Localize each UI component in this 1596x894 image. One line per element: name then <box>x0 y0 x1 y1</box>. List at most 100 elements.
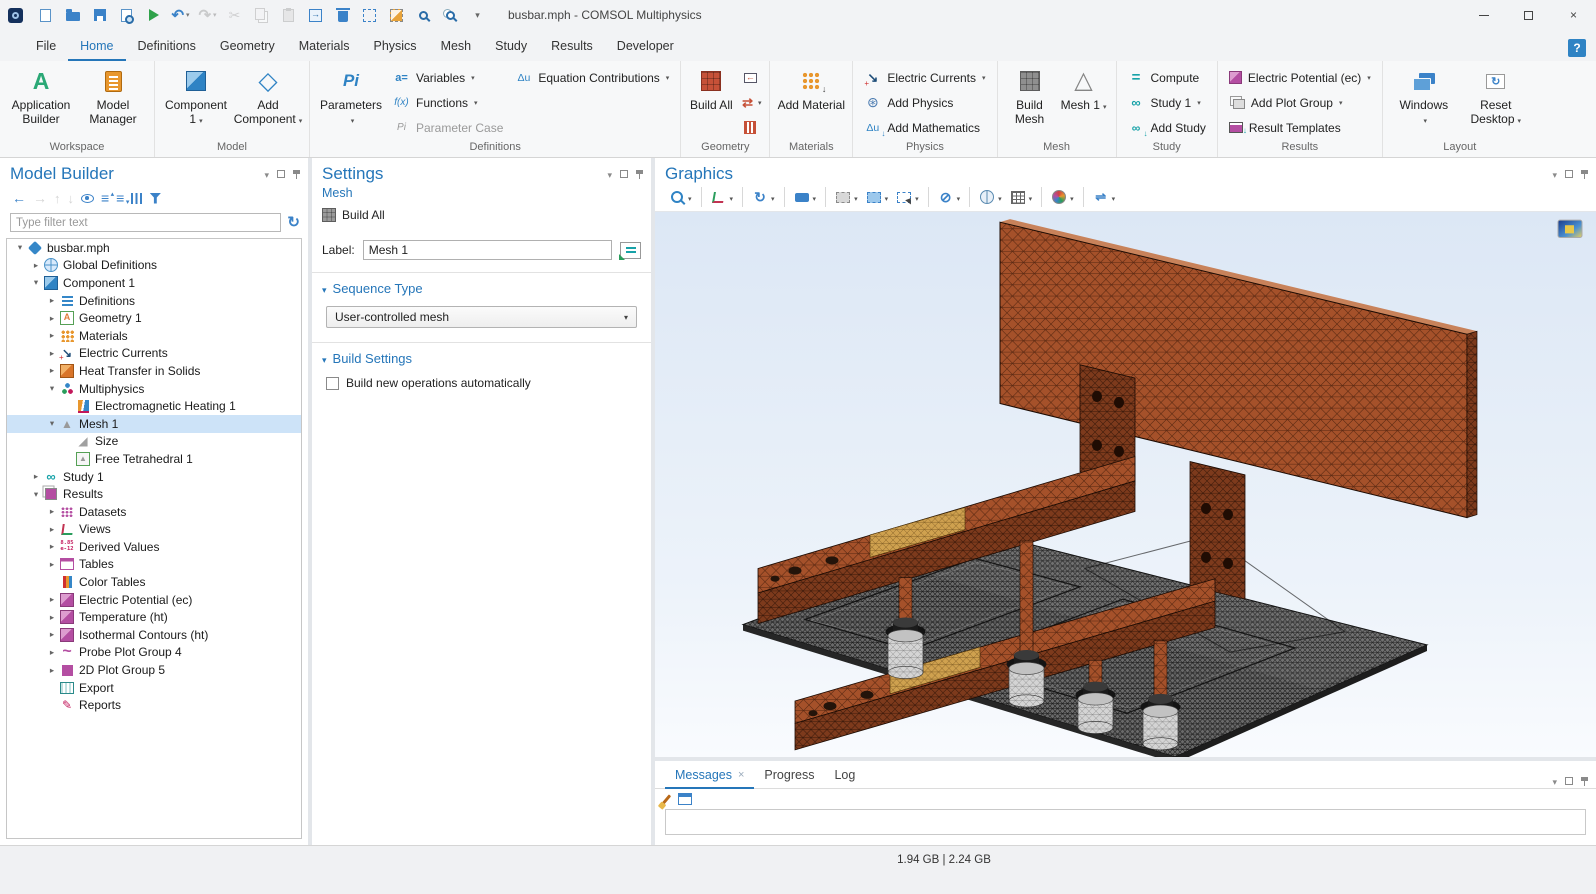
study-1-button[interactable]: Study 1 <box>1123 90 1211 115</box>
tree-item-datasets[interactable]: ▸ Datasets <box>7 503 301 521</box>
close-icon[interactable]: × <box>738 769 744 781</box>
pin-panel-icon[interactable] <box>1581 170 1588 174</box>
tree-item-free-tetrahedral-1[interactable]: Free Tetrahedral 1 <box>7 450 301 468</box>
result-templates-button[interactable]: Result Templates <box>1224 115 1376 140</box>
sequence-type-select[interactable]: User-controlled mesh ▾ <box>326 306 637 328</box>
menu-results[interactable]: Results <box>539 32 605 61</box>
tree-item-derived-values[interactable]: ▸ Derived Values <box>7 538 301 556</box>
expander-icon[interactable]: ▾ <box>29 277 43 288</box>
dropdown-caret-icon[interactable] <box>957 190 961 204</box>
tree-item-isothermal-contours-ht[interactable]: ▸ Isothermal Contours (ht) <box>7 626 301 644</box>
forward-button[interactable] <box>31 189 49 207</box>
select-button[interactable] <box>825 187 862 207</box>
dropdown-caret-icon[interactable] <box>813 190 817 204</box>
model-manager-button[interactable]: Model Manager <box>78 65 148 140</box>
clear-messages-icon[interactable] <box>662 794 671 804</box>
tree-item-study-1[interactable]: ▸ Study 1 <box>7 468 301 486</box>
move-down-button[interactable] <box>66 189 77 207</box>
electric-potential-button[interactable]: Electric Potential (ec) <box>1224 65 1376 90</box>
dropdown-caret-icon[interactable] <box>885 190 889 204</box>
add-study-button[interactable]: Add Study <box>1123 115 1211 140</box>
functions-button[interactable]: Functions <box>388 90 508 115</box>
expander-icon[interactable]: ▸ <box>45 559 59 570</box>
build-all-button[interactable]: Build All <box>312 200 651 226</box>
reset-desktop-button[interactable]: Reset Desktop <box>1461 65 1531 140</box>
tree-item-definitions[interactable]: ▸ Definitions <box>7 292 301 310</box>
select-entities-button[interactable] <box>892 187 923 207</box>
dropdown-caret-icon[interactable] <box>854 190 858 204</box>
collapse-section-icon[interactable] <box>322 281 327 296</box>
expander-icon[interactable]: ▸ <box>45 541 59 552</box>
collapse-all-button[interactable] <box>114 189 126 207</box>
float-panel-icon[interactable] <box>1565 777 1573 785</box>
build-settings-section-header[interactable]: Build Settings <box>322 351 641 366</box>
preview-button[interactable] <box>114 3 139 27</box>
help-button[interactable]: ? <box>1568 39 1586 57</box>
expander-icon[interactable]: ▾ <box>45 383 59 394</box>
expand-all-button[interactable] <box>99 189 111 207</box>
3d-viewport[interactable] <box>655 211 1596 757</box>
dropdown-caret-icon[interactable] <box>1029 190 1033 204</box>
expander-icon[interactable]: ▸ <box>45 506 59 517</box>
rotate-button[interactable] <box>742 187 779 207</box>
mesh-1-button[interactable]: Mesh 1 <box>1058 65 1110 140</box>
find-button[interactable] <box>411 3 436 27</box>
menu-mesh[interactable]: Mesh <box>429 32 484 61</box>
menu-definitions[interactable]: Definitions <box>126 32 208 61</box>
float-panel-icon[interactable] <box>1565 170 1573 178</box>
grid-button[interactable] <box>1006 187 1037 207</box>
compute-button[interactable]: Compute <box>1123 65 1211 90</box>
expander-icon[interactable]: ▸ <box>45 295 59 306</box>
menu-file[interactable]: File <box>24 32 68 61</box>
menu-geometry[interactable]: Geometry <box>208 32 287 61</box>
create-shortcut-button[interactable] <box>620 242 641 259</box>
sequence-type-section-header[interactable]: Sequence Type <box>322 281 641 296</box>
windows-button[interactable]: Windows <box>1389 65 1459 140</box>
go-to-view-button[interactable] <box>701 187 738 207</box>
tree-item-electric-potential-ec[interactable]: ▸ Electric Potential (ec) <box>7 591 301 609</box>
menu-physics[interactable]: Physics <box>361 32 428 61</box>
show-options-button[interactable] <box>79 189 96 207</box>
menu-developer[interactable]: Developer <box>605 32 686 61</box>
virtual-operations-button[interactable] <box>737 115 763 140</box>
dropdown-caret-icon[interactable] <box>998 190 1002 204</box>
plot-thumbnail-button[interactable] <box>1558 220 1582 237</box>
minimize-button[interactable] <box>1461 0 1506 30</box>
expander-icon[interactable]: ▸ <box>45 665 59 676</box>
expander-icon[interactable]: ▾ <box>13 242 27 253</box>
add-physics-button[interactable]: Add Physics <box>859 90 990 115</box>
redo-button[interactable] <box>195 3 220 27</box>
tree-item-reports[interactable]: Reports <box>7 696 301 714</box>
undo-button[interactable] <box>168 3 193 27</box>
hide-button[interactable] <box>928 187 965 207</box>
tree-item-geometry-1[interactable]: ▸ Geometry 1 <box>7 309 301 327</box>
zoom-button[interactable] <box>665 187 696 207</box>
scene-color-button[interactable] <box>1041 187 1078 207</box>
insert-sequence-button[interactable] <box>737 65 763 90</box>
tree-item-views[interactable]: ▸ Views <box>7 521 301 539</box>
expander-icon[interactable]: ▸ <box>45 647 59 658</box>
expander-icon[interactable]: ▸ <box>45 629 59 640</box>
expander-icon[interactable]: ▸ <box>45 594 59 605</box>
select-box-button[interactable] <box>862 187 893 207</box>
table-icon[interactable] <box>678 793 692 805</box>
filter-button[interactable] <box>147 189 163 207</box>
move-up-button[interactable] <box>52 189 63 207</box>
tree-item-busbar-mph[interactable]: ▾ busbar.mph <box>7 239 301 257</box>
back-button[interactable] <box>10 189 28 207</box>
refresh-icon[interactable]: ↻ <box>287 216 300 230</box>
add-component-button[interactable]: Add Component <box>233 65 303 140</box>
new-file-button[interactable] <box>33 3 58 27</box>
build-new-operations-checkbox[interactable] <box>326 377 339 390</box>
dropdown-caret-icon[interactable] <box>1112 190 1116 204</box>
tree-item-tables[interactable]: ▸ Tables <box>7 556 301 574</box>
variables-button[interactable]: Variables <box>388 65 508 90</box>
menu-study[interactable]: Study <box>483 32 539 61</box>
float-panel-icon[interactable] <box>277 170 285 178</box>
node-text-button[interactable] <box>129 189 144 207</box>
cut-button[interactable] <box>222 3 247 27</box>
parameters-button[interactable]: Parameters <box>316 65 386 140</box>
mesh-label-input[interactable] <box>363 240 612 260</box>
expander-icon[interactable]: ▸ <box>45 348 59 359</box>
update-plot-button[interactable] <box>1083 187 1120 207</box>
